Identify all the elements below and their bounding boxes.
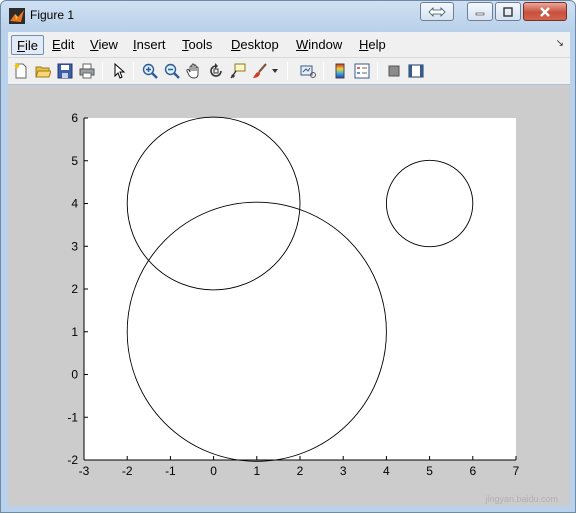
pan-button[interactable]: [184, 61, 204, 81]
zoom-out-button[interactable]: [162, 61, 182, 81]
menu-desktop-mnemonic: D: [231, 37, 241, 52]
menu-desktop-label: esktop: [240, 37, 279, 52]
show-plot-tools-icon: [408, 64, 424, 78]
pointer-icon: [114, 63, 126, 79]
menu-view-label: iew: [98, 37, 118, 52]
zoom-out-icon: [164, 63, 180, 79]
x-tick-label: 6: [469, 464, 476, 478]
y-tick-label: 3: [71, 239, 78, 253]
print-icon: [79, 63, 95, 79]
y-tick-label: -1: [67, 410, 78, 424]
menu-file-mnemonic: F: [17, 38, 25, 53]
menu-insert-label: nsert: [136, 37, 166, 52]
menu-desktop[interactable]: Desktop: [226, 35, 284, 55]
y-tick-label: 2: [71, 282, 78, 296]
menu-file-label: ile: [24, 38, 38, 53]
menu-help-mnemonic: H: [359, 37, 369, 52]
new-figure-button[interactable]: [11, 61, 31, 81]
figure-window: Figure 1 File Edit View Insert Tools Des…: [0, 0, 576, 513]
menu-window[interactable]: Window: [291, 35, 347, 55]
x-tick-label: 3: [340, 464, 347, 478]
window-title: Figure 1: [30, 8, 75, 22]
x-tick-label: 7: [513, 464, 520, 478]
save-icon: [57, 63, 73, 79]
menu-file[interactable]: File: [11, 35, 44, 55]
y-tick-label: 5: [71, 154, 78, 168]
matlab-logo-icon: [9, 8, 25, 24]
minimize-icon: [475, 12, 485, 15]
print-button[interactable]: [77, 61, 97, 81]
show-plot-tools-button[interactable]: [406, 61, 426, 81]
brush-button[interactable]: [250, 61, 270, 81]
rotate-3d-icon: [210, 63, 222, 77]
open-file-icon: [35, 66, 51, 78]
close-icon: [540, 6, 550, 17]
menu-tools[interactable]: Tools: [177, 35, 217, 55]
axes-background: [84, 118, 516, 460]
save-button[interactable]: [55, 61, 75, 81]
dock-arrow-icon[interactable]: ↘: [556, 38, 564, 49]
data-cursor-button[interactable]: [228, 61, 248, 81]
legend-icon: [354, 63, 370, 79]
link-plot-button[interactable]: [298, 61, 318, 81]
menu-edit[interactable]: Edit: [47, 35, 79, 55]
zoom-in-button[interactable]: [140, 61, 160, 81]
layout-icon: [428, 6, 446, 17]
rotate-3d-button[interactable]: [206, 61, 226, 81]
toolbar-separator: [133, 62, 134, 80]
menu-edit-mnemonic: E: [52, 37, 61, 52]
x-tick-label: 4: [383, 464, 390, 478]
x-tick-label: 0: [210, 464, 217, 478]
y-tick-label: -2: [67, 453, 78, 467]
y-tick-label: 4: [71, 197, 78, 211]
menu-view[interactable]: View: [85, 35, 123, 55]
x-tick-label: -1: [165, 464, 176, 478]
maximize-icon: [503, 6, 513, 17]
colorbar-icon: [335, 63, 345, 79]
link-plot-icon: [300, 65, 316, 78]
restore-layout-button[interactable]: [420, 2, 454, 21]
menu-tools-label: ools: [188, 37, 213, 52]
menu-window-label: indow: [308, 37, 343, 52]
close-button[interactable]: [523, 2, 567, 21]
maximize-button[interactable]: [495, 2, 521, 21]
plot-svg[interactable]: -3 -2 -1 0 1 2 3 4 5 6 7-2-10123456: [8, 86, 570, 506]
pan-hand-icon: [186, 63, 199, 79]
x-tick-label: -3: [79, 464, 90, 478]
y-tick-label: 1: [71, 325, 78, 339]
toolbar-separator: [287, 62, 288, 80]
menu-window-mnemonic: W: [296, 37, 309, 52]
menu-help[interactable]: Help: [354, 35, 391, 55]
toolbar-separator: [102, 62, 103, 80]
minimize-button[interactable]: [467, 2, 493, 21]
x-tick-label: 5: [426, 464, 433, 478]
figure-toolbar: [8, 58, 570, 85]
brush-icon: [253, 63, 267, 78]
y-tick-label: 0: [71, 368, 78, 382]
menu-bar: File Edit View Insert Tools Desktop Wind…: [8, 32, 570, 58]
toolbar-separator: [377, 62, 378, 80]
figure-canvas[interactable]: -3 -2 -1 0 1 2 3 4 5 6 7 -2 -1 0 1 2 3 4 5 6 jingyan.baidu.…: [8, 86, 570, 506]
brush-dropdown-button[interactable]: [270, 61, 280, 81]
x-tick-label: 2: [297, 464, 304, 478]
zoom-in-icon: [142, 63, 158, 79]
data-cursor-icon: [230, 63, 246, 79]
toolbar-separator: [323, 62, 324, 80]
y-tick-label: 6: [71, 111, 78, 125]
new-figure-icon: [14, 63, 27, 79]
open-file-button[interactable]: [33, 61, 53, 81]
hide-plot-tools-button[interactable]: [384, 61, 404, 81]
legend-button[interactable]: [352, 61, 372, 81]
x-tick-label: -2: [122, 464, 133, 478]
menu-insert[interactable]: Insert: [128, 35, 171, 55]
menu-help-label: elp: [368, 37, 386, 52]
edit-plot-button[interactable]: [109, 61, 129, 81]
x-tick-label: 1: [253, 464, 260, 478]
hide-plot-tools-icon: [388, 65, 400, 77]
menu-edit-label: dit: [60, 37, 75, 52]
title-bar[interactable]: Figure 1: [1, 1, 575, 31]
colorbar-button[interactable]: [330, 61, 350, 81]
brush-dropdown-icon: [272, 69, 278, 73]
watermark-text: jingyan.baidu.com: [485, 494, 558, 504]
